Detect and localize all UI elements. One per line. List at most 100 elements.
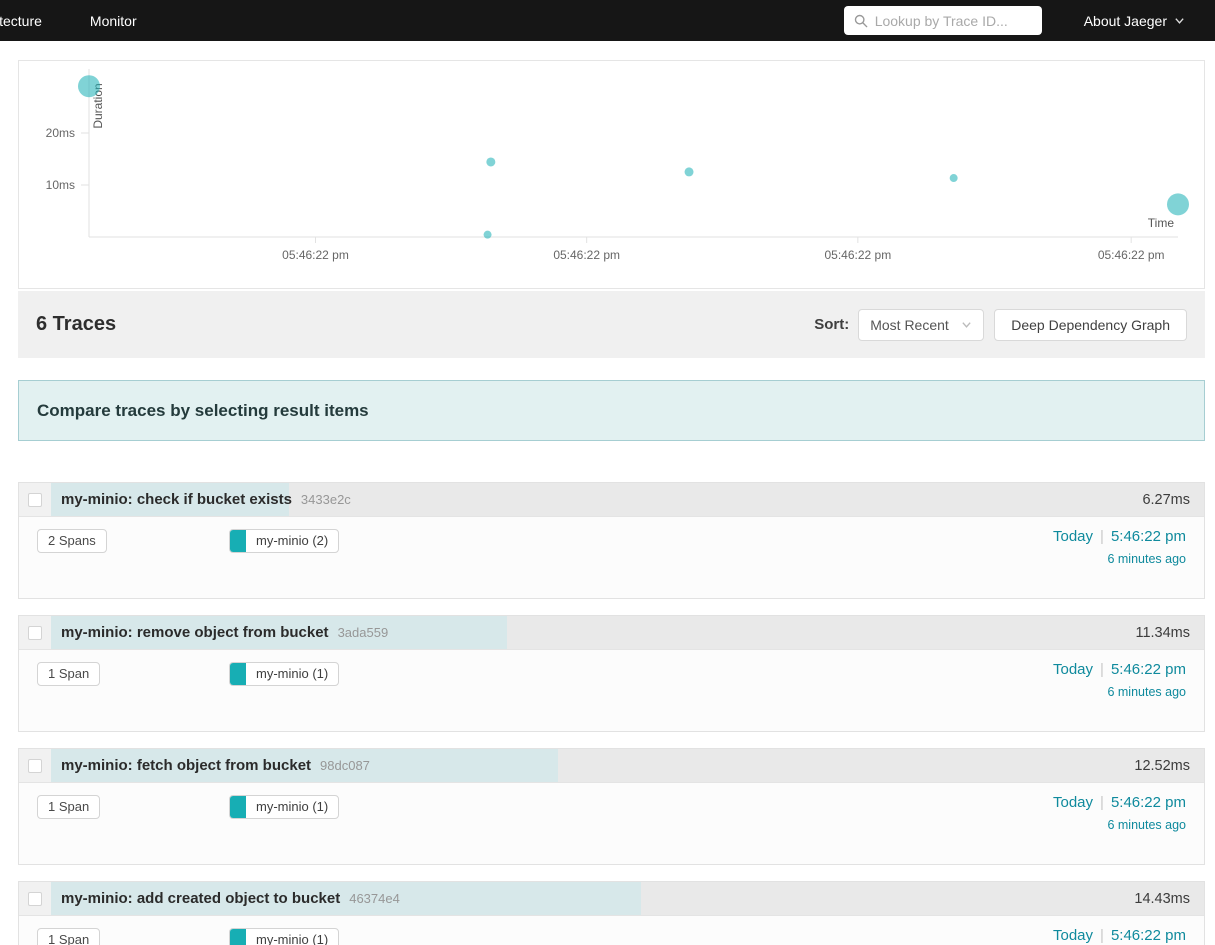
time-link[interactable]: 5:46:22 pm — [1111, 528, 1186, 545]
service-tag: my-minio (1) — [229, 662, 340, 686]
trace-result-row[interactable]: my-minio: remove object from bucket 3ada… — [18, 615, 1205, 732]
trace-row-header: my-minio: check if bucket exists 3433e2c… — [19, 483, 1204, 516]
relative-time: 6 minutes ago — [1107, 685, 1186, 699]
trace-id-hash: 98dc087 — [320, 758, 370, 773]
service-color-swatch — [230, 530, 246, 552]
service-tag-label: my-minio (2) — [256, 533, 329, 548]
service-tag: my-minio (1) — [229, 928, 340, 945]
trace-row-details: 1 Span my-minio (1) Today | 5:46:22 pm 6 m… — [19, 782, 1204, 864]
scatter-point[interactable] — [949, 174, 958, 183]
trace-timestamp-block: Today | 5:46:22 pm 6 minutes ago — [1053, 661, 1186, 699]
top-nav: itecture Monitor Lookup by Trace ID... A… — [0, 0, 1215, 41]
compare-banner-text: Compare traces by selecting result items — [37, 400, 369, 420]
duration-scatter-chart: 20ms 10ms 05:46:22 pm 05:46:22 pm 05:46:22 p… — [18, 60, 1205, 289]
trace-result-row[interactable]: my-minio: check if bucket exists 3433e2c… — [18, 482, 1205, 599]
scatter-plot-svg: 20ms 10ms 05:46:22 pm 05:46:22 pm 05:46:22 p… — [46, 69, 1189, 262]
scatter-point[interactable] — [78, 75, 100, 98]
date-link[interactable]: Today — [1053, 661, 1093, 678]
trace-checkbox-cell — [19, 616, 51, 649]
trace-select-checkbox[interactable] — [28, 625, 42, 640]
trace-timestamp-block: Today | 5:46:22 pm 6 minutes ago — [1053, 794, 1186, 832]
trace-select-checkbox[interactable] — [28, 891, 42, 906]
search-placeholder: Lookup by Trace ID... — [874, 12, 1008, 29]
service-color-swatch — [230, 796, 246, 818]
service-tag-label: my-minio (1) — [256, 799, 329, 814]
x-axis-title: Time — [1148, 216, 1175, 230]
compare-banner: Compare traces by selecting result items — [18, 380, 1205, 441]
time-link[interactable]: 5:46:22 pm — [1111, 927, 1186, 944]
relative-time: 6 minutes ago — [1107, 552, 1186, 566]
date-link[interactable]: Today — [1053, 528, 1093, 545]
nav-item-monitor[interactable]: Monitor — [66, 13, 161, 29]
scatter-point[interactable] — [1167, 193, 1189, 216]
span-count-pill: 2 Spans — [37, 529, 107, 553]
trace-count: 6 Traces — [36, 313, 117, 335]
service-tag-label: my-minio (1) — [256, 932, 329, 945]
trace-id-hash: 3ada559 — [337, 625, 389, 640]
y-axis-tick-label: 10ms — [46, 178, 75, 192]
trace-row-header: my-minio: remove object from bucket 3ada… — [19, 616, 1204, 649]
trace-results-list: my-minio: check if bucket exists 3433e2c… — [18, 482, 1205, 945]
trace-id-search-input[interactable]: Lookup by Trace ID... — [843, 6, 1042, 35]
x-axis-tick-label: 05:46:22 pm — [282, 248, 349, 262]
x-axis-tick-label: 05:46:22 pm — [553, 248, 620, 262]
service-tag: my-minio (2) — [229, 529, 340, 553]
time-link[interactable]: 5:46:22 pm — [1111, 794, 1186, 811]
nav-item-architecture[interactable]: itecture — [0, 13, 66, 29]
x-axis-tick-label: 05:46:22 pm — [1098, 248, 1165, 262]
trace-duration: 12.52ms — [1134, 757, 1190, 774]
trace-title: my-minio: check if bucket exists — [61, 491, 292, 508]
results-header: 6 Traces Sort: Most Recent Deep Dependen… — [18, 291, 1205, 358]
search-icon — [854, 14, 868, 27]
trace-duration: 11.34ms — [1135, 624, 1190, 641]
trace-row-header: my-minio: add created object to bucket 4… — [19, 882, 1204, 915]
service-color-swatch — [230, 929, 246, 945]
sort-dropdown-value: Most Recent — [870, 316, 949, 333]
service-tag-label: my-minio (1) — [256, 666, 329, 681]
separator: | — [1100, 661, 1104, 678]
trace-title: my-minio: fetch object from bucket — [61, 757, 312, 774]
date-link[interactable]: Today — [1053, 927, 1093, 944]
trace-id-hash: 3433e2c — [300, 492, 351, 507]
trace-duration: 6.27ms — [1142, 491, 1190, 508]
trace-row-details: 2 Spans my-minio (2) Today | 5:46:22 pm 6 … — [19, 516, 1204, 598]
scatter-point[interactable] — [684, 167, 694, 177]
trace-duration: 14.43ms — [1134, 890, 1190, 907]
chevron-down-icon — [1175, 18, 1184, 24]
sort-dropdown[interactable]: Most Recent — [858, 308, 985, 341]
chevron-down-icon — [962, 322, 971, 328]
service-tag: my-minio (1) — [229, 795, 340, 819]
trace-title: my-minio: remove object from bucket — [61, 624, 329, 641]
trace-result-row[interactable]: my-minio: fetch object from bucket 98dc0… — [18, 748, 1205, 865]
about-jaeger-menu[interactable]: About Jaeger — [1084, 13, 1185, 29]
trace-timestamp-block: Today | 5:46:22 pm 6 minutes ago — [1053, 528, 1186, 566]
separator: | — [1100, 927, 1104, 944]
span-count-pill: 1 Span — [37, 662, 101, 686]
trace-checkbox-cell — [19, 483, 51, 516]
span-count-pill: 1 Span — [37, 928, 101, 945]
service-color-swatch — [230, 663, 246, 685]
relative-time: 6 minutes ago — [1107, 818, 1186, 832]
trace-row-details: 1 Span my-minio (1) Today|5:46:22 pm 6 m… — [19, 915, 1204, 945]
trace-row-details: 1 Span my-minio (1) Today | 5:46:22 pm 6 m… — [19, 649, 1204, 731]
trace-timestamp-block: Today|5:46:22 pm 6 minutes ago — [1053, 927, 1186, 945]
date-link[interactable]: Today — [1053, 794, 1093, 811]
trace-select-checkbox[interactable] — [28, 758, 42, 773]
scatter-point[interactable] — [486, 157, 496, 167]
trace-title: my-minio: add created object to bucket — [61, 890, 341, 907]
scatter-point[interactable] — [483, 230, 492, 239]
separator: | — [1100, 528, 1104, 545]
span-count-pill: 1 Span — [37, 795, 101, 819]
trace-row-header: my-minio: fetch object from bucket 98dc0… — [19, 749, 1204, 782]
deep-dependency-graph-button[interactable]: Deep Dependency Graph — [994, 308, 1187, 341]
trace-select-checkbox[interactable] — [28, 492, 42, 507]
sort-label: Sort: — [814, 316, 850, 333]
separator: | — [1100, 794, 1104, 811]
trace-checkbox-cell — [19, 882, 51, 915]
trace-result-row[interactable]: my-minio: add created object to bucket 4… — [18, 881, 1205, 945]
time-link[interactable]: 5:46:22 pm — [1111, 661, 1186, 678]
trace-checkbox-cell — [19, 749, 51, 782]
trace-id-hash: 46374e4 — [349, 891, 400, 906]
about-jaeger-label: About Jaeger — [1083, 12, 1167, 29]
y-axis-tick-label: 20ms — [46, 126, 75, 140]
